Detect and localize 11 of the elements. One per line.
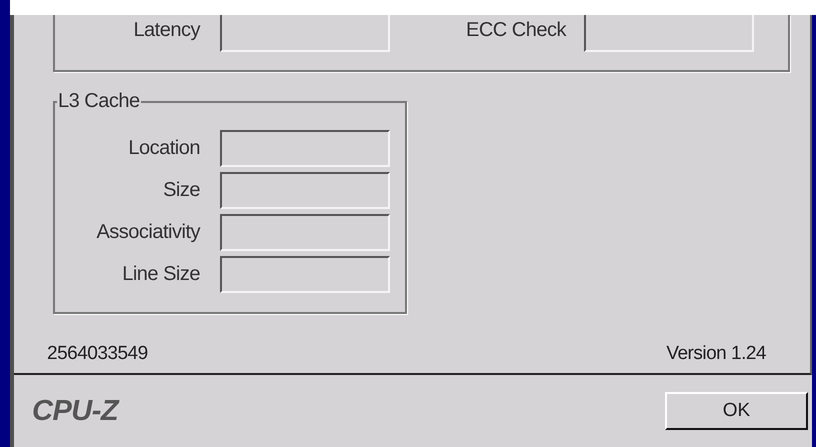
field-label: Location	[127, 136, 200, 160]
field-label: ECC Check	[465, 18, 566, 42]
group-title: L3 Cache	[57, 90, 141, 113]
version-text: Version 1.24	[666, 343, 766, 365]
field-label: Line Size	[121, 262, 200, 286]
serial-number: 2564033549	[47, 343, 148, 365]
app-logo: CPU-Z	[32, 394, 118, 428]
ok-button[interactable]: OK	[665, 392, 808, 430]
field-label: Latency	[132, 18, 200, 42]
field-label: Associativity	[95, 220, 200, 244]
field-label: Size	[162, 178, 200, 202]
